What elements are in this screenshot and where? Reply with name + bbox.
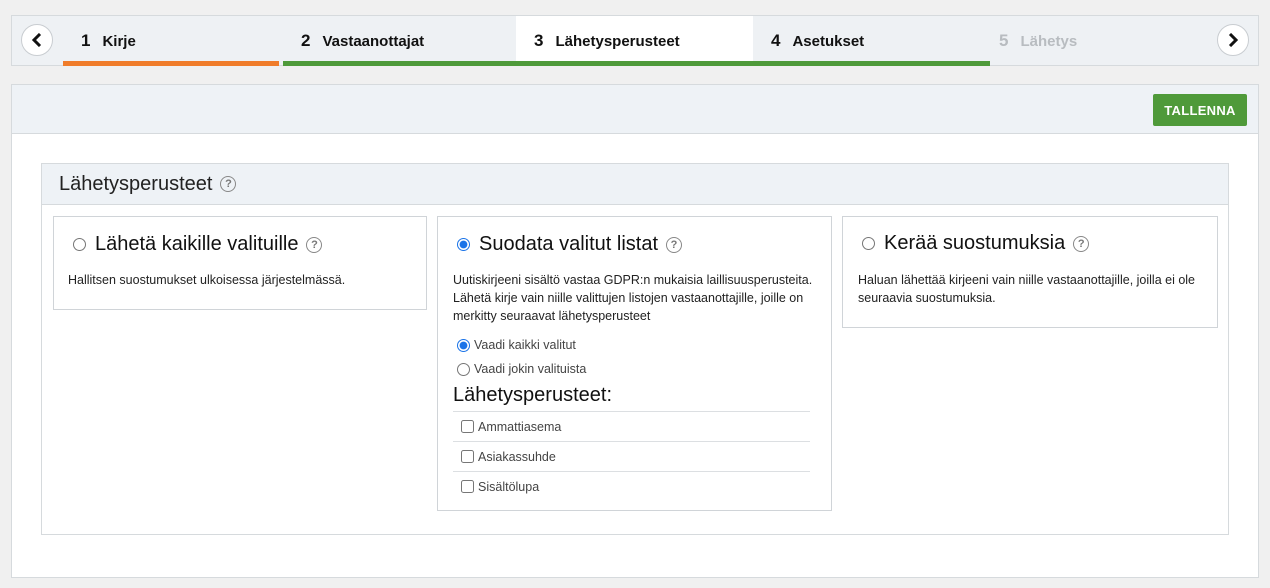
- require-any-radio[interactable]: [457, 362, 470, 376]
- criteria-item-asiakassuhde[interactable]: Asiakassuhde: [453, 441, 810, 471]
- step-lahetysperusteet[interactable]: 3 Lähetysperusteet: [516, 16, 753, 66]
- card-title-row: Suodata valitut listat ?: [457, 233, 682, 256]
- criteria-list: Ammattiasema Asiakassuhde Sisältölupa: [453, 411, 810, 501]
- match-option-all[interactable]: Vaadi kaikki valitut: [457, 333, 586, 357]
- require-all-radio[interactable]: [457, 338, 470, 352]
- next-step-button[interactable]: [1217, 24, 1249, 56]
- send-all-radio[interactable]: [73, 238, 86, 251]
- match-options: Vaadi kaikki valitut Vaadi jokin valitui…: [457, 333, 586, 381]
- step-progress-bar: [283, 61, 516, 66]
- card-title: Lähetä kaikille valituille: [95, 233, 299, 255]
- step-label: Lähetysperusteet: [555, 32, 680, 50]
- step-lahetys: 5 Lähetys: [981, 16, 1207, 66]
- criteria-label: Asiakassuhde: [478, 449, 556, 464]
- card-description: Uutiskirjeeni sisältö vastaa GDPR:n muka…: [453, 273, 813, 323]
- card-description: Hallitsen suostumukset ulkoisessa järjes…: [68, 273, 346, 287]
- step-number: 3: [534, 31, 544, 50]
- step-number: 2: [301, 31, 311, 50]
- card-description: Haluan lähettää kirjeeni vain niille vas…: [858, 273, 1196, 305]
- card-title-row: Lähetä kaikille valituille ?: [73, 233, 323, 256]
- criteria-label: Ammattiasema: [478, 419, 562, 434]
- card-title: Suodata valitut listat: [479, 233, 658, 255]
- filter-lists-radio[interactable]: [457, 238, 470, 251]
- section-header: Lähetysperusteet ?: [42, 164, 1228, 205]
- option-card-collect-consents: Kerää suostumuksia ? Haluan lähettää kir…: [842, 216, 1218, 328]
- main-panel: TALLENNA Lähetysperusteet ? Lähetä kaiki…: [11, 84, 1259, 578]
- step-number: 4: [771, 31, 781, 50]
- step-kirje[interactable]: 1 Kirje: [63, 16, 279, 66]
- criteria-item-sisaltolupa[interactable]: Sisältölupa: [453, 471, 810, 501]
- step-progress-bar: [63, 61, 279, 66]
- help-icon[interactable]: ?: [1073, 235, 1090, 252]
- step-progress-bar: [753, 61, 990, 66]
- step-number: 5: [999, 31, 1009, 50]
- criteria-item-ammattiasema[interactable]: Ammattiasema: [453, 411, 810, 441]
- card-title-row: Kerää suostumuksia ?: [862, 232, 1090, 255]
- card-title: Kerää suostumuksia: [884, 232, 1066, 254]
- criteria-checkbox[interactable]: [461, 450, 474, 463]
- sending-criteria-section: Lähetysperusteet ? Lähetä kaikille valit…: [41, 163, 1229, 535]
- step-label: Lähetys: [1020, 32, 1078, 50]
- step-progress-bar: [516, 61, 753, 66]
- panel-toolbar: TALLENNA: [12, 85, 1258, 134]
- wizard-step-bar: 1 Kirje 2 Vastaanottajat 3 Lähetysperust…: [11, 15, 1259, 66]
- criteria-checkbox[interactable]: [461, 480, 474, 493]
- criteria-checkbox[interactable]: [461, 420, 474, 433]
- option-label: Vaadi jokin valituista: [474, 362, 587, 376]
- collect-consents-radio[interactable]: [862, 237, 875, 250]
- option-card-send-all: Lähetä kaikille valituille ? Hallitsen s…: [53, 216, 427, 310]
- step-number: 1: [81, 31, 91, 50]
- section-title: Lähetysperusteet: [59, 172, 213, 195]
- step-vastaanottajat[interactable]: 2 Vastaanottajat: [283, 16, 516, 66]
- help-icon[interactable]: ?: [666, 236, 682, 253]
- match-option-any[interactable]: Vaadi jokin valituista: [457, 357, 586, 381]
- help-icon[interactable]: ?: [306, 236, 323, 253]
- criteria-block: Lähetysperusteet: Ammattiasema Asiakassu…: [453, 382, 810, 501]
- criteria-label: Sisältölupa: [478, 479, 540, 494]
- previous-step-button[interactable]: [21, 24, 53, 56]
- criteria-title: Lähetysperusteet:: [453, 384, 612, 406]
- step-label: Kirje: [102, 32, 136, 50]
- option-label: Vaadi kaikki valitut: [474, 338, 576, 352]
- chevron-right-icon: [1228, 33, 1239, 47]
- step-label: Vastaanottajat: [322, 32, 425, 50]
- chevron-left-icon: [31, 33, 42, 47]
- save-button[interactable]: TALLENNA: [1153, 94, 1247, 126]
- step-asetukset[interactable]: 4 Asetukset: [753, 16, 990, 66]
- option-card-filter-lists: Suodata valitut listat ? Uutiskirjeeni s…: [437, 216, 832, 511]
- step-label: Asetukset: [792, 32, 865, 50]
- help-icon[interactable]: ?: [220, 176, 237, 192]
